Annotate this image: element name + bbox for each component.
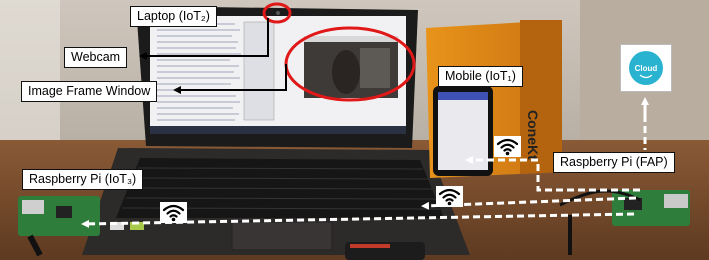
label-webcam: Webcam bbox=[64, 47, 128, 68]
webcam-icon bbox=[276, 11, 280, 15]
photo-figure: ConeKt Cloud Laptop (IoT₂) Webcam Image … bbox=[0, 0, 709, 260]
label-image-frame-window: Image Frame Window bbox=[21, 81, 158, 102]
wifi-icon bbox=[160, 202, 187, 223]
label-mobile: Mobile (IoT₁) bbox=[438, 66, 523, 87]
rpi-iot3-chip bbox=[56, 206, 72, 218]
rpi-fap-usb bbox=[664, 194, 688, 208]
label-laptop: Laptop (IoT₂) bbox=[130, 6, 217, 27]
image-frame-titlebar bbox=[304, 36, 398, 42]
bottom-device-stripe bbox=[350, 244, 390, 248]
label-raspberry-pi-iot3: Raspberry Pi (IoT₃) bbox=[22, 169, 144, 190]
mobile-screen bbox=[438, 92, 488, 170]
wifi-icon bbox=[436, 186, 463, 207]
mobile-appbar bbox=[438, 92, 488, 100]
window-light bbox=[0, 0, 60, 160]
label-raspberry-pi-fap: Raspberry Pi (FAP) bbox=[553, 152, 675, 173]
taskbar bbox=[150, 126, 406, 134]
room-background bbox=[360, 48, 390, 88]
photo-scene: ConeKt bbox=[0, 0, 709, 260]
side-panel bbox=[243, 21, 275, 121]
person-silhouette bbox=[332, 50, 360, 94]
cloud-icon-text: Cloud bbox=[635, 64, 658, 73]
wifi-icon bbox=[494, 136, 521, 157]
cloud-icon: Cloud bbox=[620, 44, 672, 92]
rpi-iot3-usb bbox=[22, 200, 44, 214]
conekt-box-text: ConeKt bbox=[525, 110, 541, 160]
touchpad bbox=[231, 221, 333, 251]
